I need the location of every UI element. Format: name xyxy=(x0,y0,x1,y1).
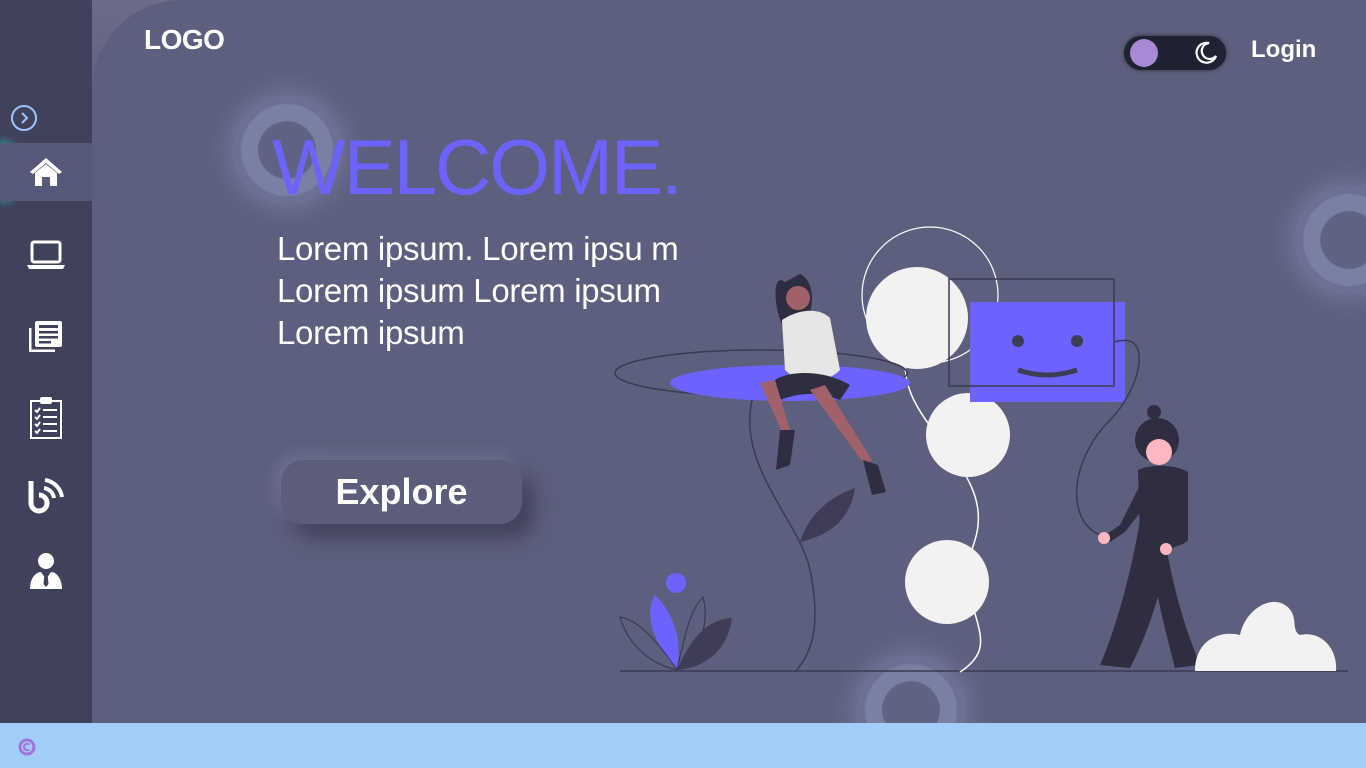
logo[interactable]: LOGO xyxy=(144,24,225,56)
moon-icon xyxy=(1195,41,1218,64)
footer xyxy=(0,723,1366,768)
chevron-right-icon xyxy=(21,112,29,124)
laptop-icon xyxy=(27,240,65,269)
theme-toggle[interactable] xyxy=(1124,36,1226,70)
blog-icon xyxy=(28,478,64,514)
sidebar-item-home[interactable] xyxy=(0,143,92,201)
welcome-title: WELCOME. xyxy=(272,123,683,211)
home-icon xyxy=(30,158,62,186)
expand-sidebar-button[interactable] xyxy=(11,105,37,131)
explore-button[interactable]: Explore xyxy=(281,460,522,524)
sidebar-item-tasks[interactable] xyxy=(0,389,92,447)
sidebar-item-news[interactable] xyxy=(0,307,92,365)
sidebar-item-laptop[interactable] xyxy=(0,226,92,284)
sidebar-item-profile[interactable] xyxy=(0,542,92,600)
toggle-knob xyxy=(1130,39,1158,67)
copyright-icon xyxy=(18,738,36,756)
hero-illustration xyxy=(614,226,1348,673)
login-link[interactable]: Login xyxy=(1251,36,1316,64)
newspaper-icon xyxy=(29,321,62,352)
sidebar-item-blog[interactable] xyxy=(0,467,92,525)
user-tie-icon xyxy=(30,553,62,589)
page: LOGO Login WELCOME. Lorem ipsum. Lorem i… xyxy=(0,0,1366,768)
clipboard-checklist-icon xyxy=(30,397,62,439)
